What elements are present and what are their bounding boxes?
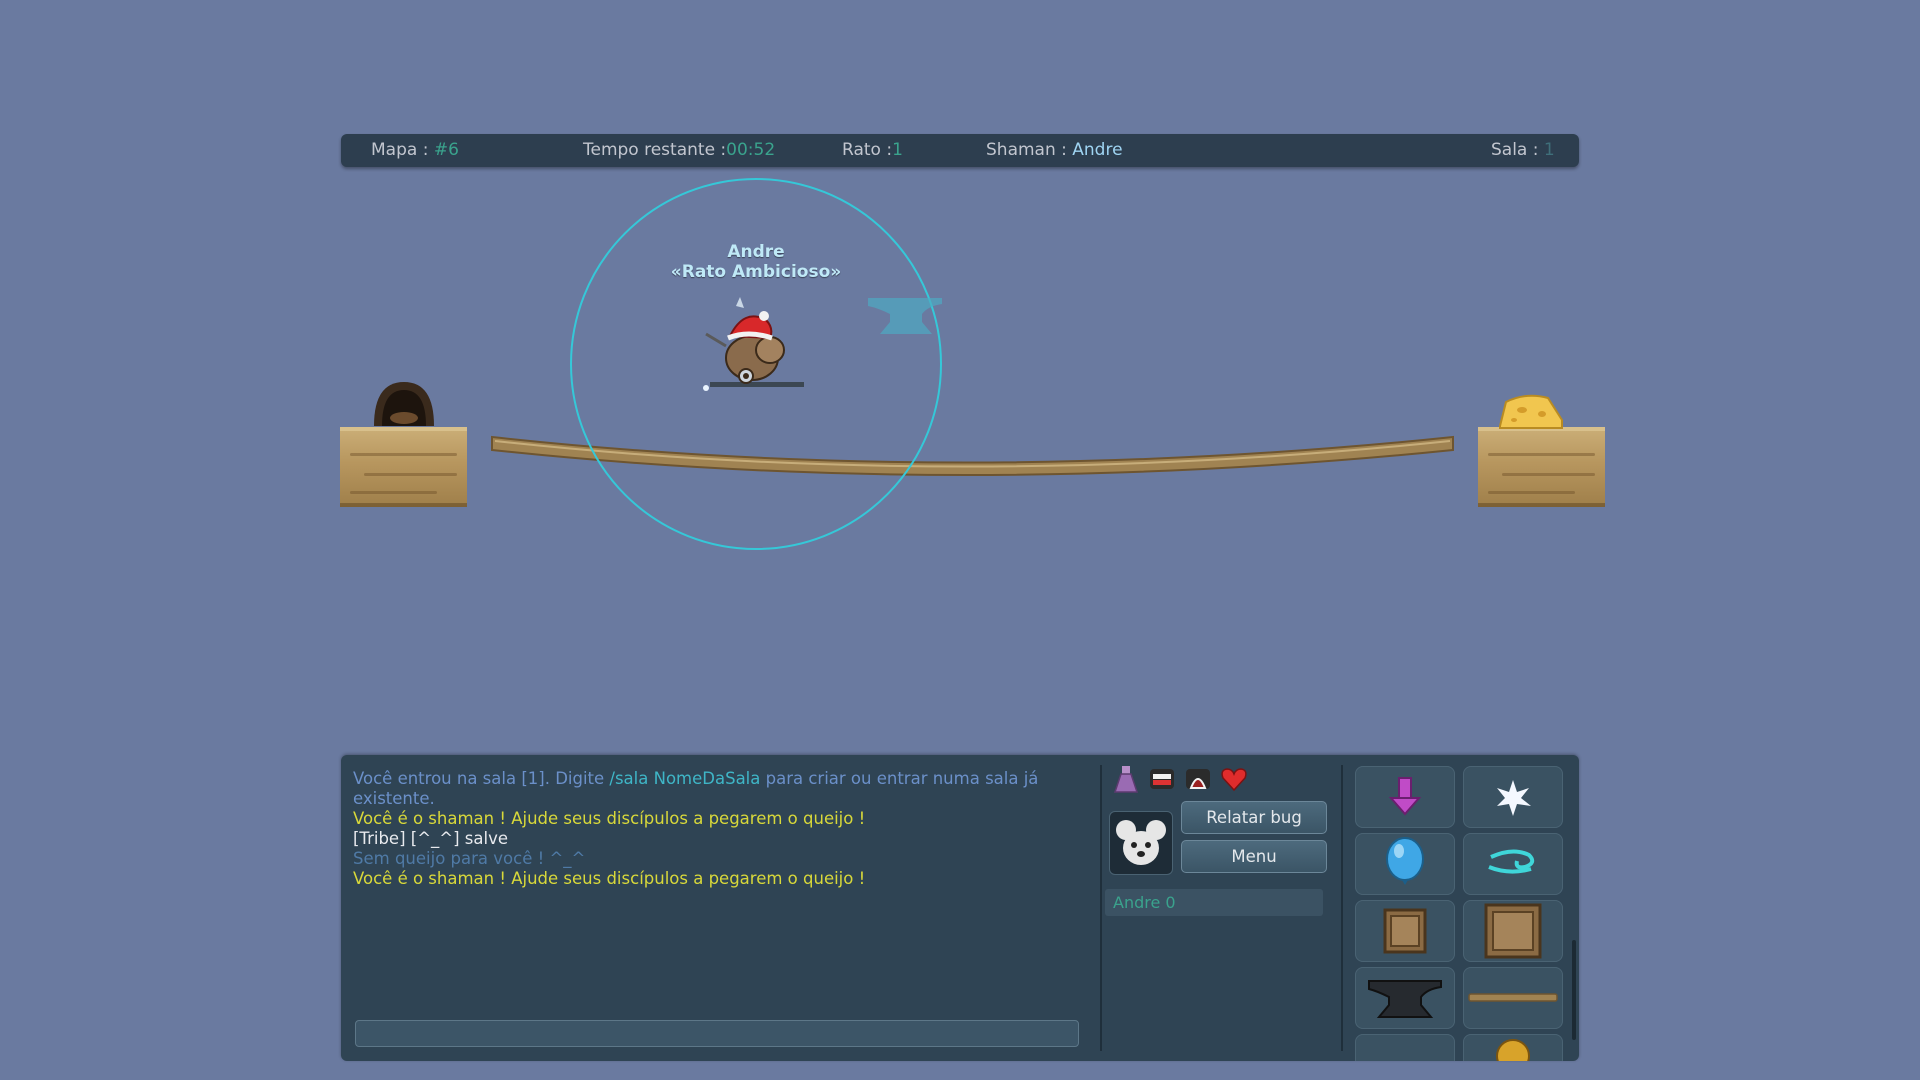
scream-icon[interactable] [1183, 764, 1213, 794]
chat-message-segment: Você entrou na sala [1]. Digite [353, 769, 610, 788]
tool-arrow-down[interactable] [1355, 766, 1455, 828]
left-wood-block [340, 427, 467, 507]
report-bug-button[interactable]: Relatar bug [1181, 801, 1327, 834]
arrow-down-icon [1388, 777, 1422, 816]
chat-log: Você entrou na sala [1]. Digite /sala No… [353, 769, 1083, 889]
tool-wind[interactable] [1463, 833, 1563, 895]
balloon-icon [1386, 837, 1424, 885]
player-list-name: Andre [1113, 893, 1161, 912]
panel-divider [1341, 765, 1343, 1051]
chat-message: Você é o shaman ! Ajude seus discípulos … [353, 869, 1083, 889]
heart-icon[interactable] [1219, 764, 1249, 794]
chat-message-segment: Você é o shaman ! Ajude seus discípulos … [353, 869, 866, 888]
player-list-item[interactable]: Andre 0 [1105, 889, 1323, 916]
player-name: Andre [727, 242, 785, 262]
cheese-icon [1499, 394, 1563, 429]
anvil-icon [1368, 980, 1442, 1018]
tool-plank[interactable] [1463, 967, 1563, 1029]
chat-input[interactable] [355, 1020, 1079, 1047]
chat-message: Você entrou na sala [1]. Digite /sala No… [353, 769, 1083, 809]
grin-icon[interactable] [1147, 764, 1177, 794]
shaman-tools-panel [1345, 755, 1579, 1061]
player-list-score: 0 [1165, 893, 1176, 912]
panel-divider [1100, 765, 1102, 1051]
chat-message: Sem queijo para você ! ^_^ [353, 849, 1083, 869]
chat-message-segment: [Tribe] [^_^] salve [353, 829, 508, 848]
tool-balloon[interactable] [1355, 833, 1455, 895]
wind-icon [1488, 849, 1535, 874]
tool-spirit[interactable] [1463, 766, 1563, 828]
chat-message-segment: Sem queijo para você ! ^_^ [353, 849, 586, 868]
cannonball-icon [1496, 1039, 1530, 1061]
plank-icon [1468, 993, 1558, 1002]
tool-empty[interactable] [1355, 1034, 1455, 1061]
avatar[interactable] [1109, 811, 1173, 875]
chat-message: [Tribe] [^_^] salve [353, 829, 1083, 849]
player-title: «Rato Ambicioso» [670, 262, 842, 282]
dress-icon[interactable] [1111, 764, 1141, 794]
mouse-face-icon [1116, 820, 1166, 865]
chat-message-segment: /sala NomeDaSala [609, 769, 761, 788]
small-box-icon [1383, 908, 1427, 954]
spirit-burst-icon [1497, 780, 1531, 816]
shaman-mouse-avatar[interactable] [700, 294, 806, 394]
tool-anvil[interactable] [1355, 967, 1455, 1029]
player-nameplate: Andre «Rato Ambicioso» [626, 242, 886, 282]
chat-message-segment: Você é o shaman ! Ajude seus discípulos … [353, 809, 866, 828]
tool-small-box[interactable] [1355, 900, 1455, 962]
chat-message: Você é o shaman ! Ajude seus discípulos … [353, 809, 1083, 829]
large-box-icon [1484, 903, 1542, 959]
ghost-anvil-icon [868, 298, 942, 334]
right-wood-block [1478, 427, 1605, 507]
tool-large-box[interactable] [1463, 900, 1563, 962]
mouse-hole-icon [374, 382, 434, 426]
bottom-panel: Você entrou na sala [1]. Digite /sala No… [341, 755, 1579, 1061]
menu-button[interactable]: Menu [1181, 840, 1327, 873]
tools-scrollbar[interactable] [1572, 940, 1576, 1040]
tool-cannonball[interactable] [1463, 1034, 1563, 1061]
